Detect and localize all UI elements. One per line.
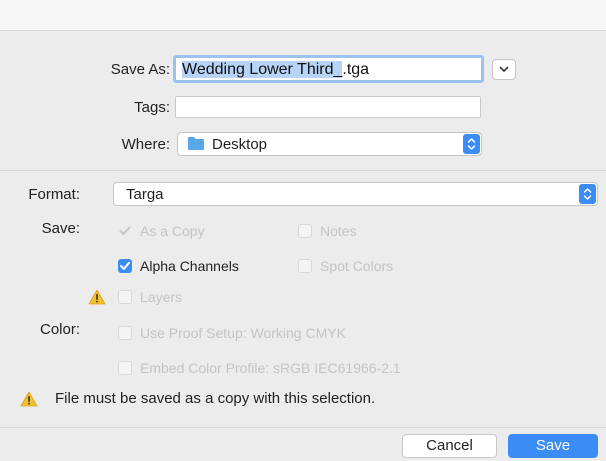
up-down-stepper-icon xyxy=(583,188,592,200)
format-popup[interactable]: Targa xyxy=(113,182,598,206)
notes-checkbox[interactable] xyxy=(298,224,312,238)
chevron-down-icon xyxy=(499,66,509,72)
folder-icon xyxy=(188,137,204,150)
as-a-copy-checkbox[interactable] xyxy=(118,224,132,238)
format-stepper xyxy=(579,184,596,204)
color-options-label: Color: xyxy=(39,321,80,338)
format-value: Targa xyxy=(126,186,164,203)
warning-triangle-icon xyxy=(20,391,38,407)
layers-label: Layers xyxy=(140,289,183,305)
save-as-input[interactable]: Wedding Lower Third_.tga xyxy=(173,55,484,83)
spot-colors-label: Spot Colors xyxy=(320,258,394,274)
checkmark-icon xyxy=(119,226,131,235)
format-label: Format: xyxy=(28,186,80,203)
warning-message: File must be saved as a copy with this s… xyxy=(55,390,376,407)
warning-triangle-icon xyxy=(88,289,106,305)
notes-label: Notes xyxy=(320,223,357,239)
alpha-channels-label: Alpha Channels xyxy=(140,258,239,274)
save-options-label: Save: xyxy=(41,220,80,237)
where-stepper xyxy=(463,134,480,154)
embed-color-profile-checkbox[interactable] xyxy=(118,361,132,375)
tags-label: Tags: xyxy=(134,99,170,116)
use-proof-setup-label: Use Proof Setup: Working CMYK xyxy=(140,325,346,341)
divider xyxy=(0,170,606,171)
use-proof-setup-checkbox[interactable] xyxy=(118,326,132,340)
expand-dialog-button[interactable] xyxy=(492,59,516,80)
embed-color-profile-label: Embed Color Profile: sRGB IEC61966-2.1 xyxy=(140,360,401,376)
where-popup[interactable]: Desktop xyxy=(177,132,482,156)
alpha-channels-checkbox[interactable] xyxy=(118,259,132,273)
dialog-title-strip xyxy=(0,0,606,31)
up-down-stepper-icon xyxy=(467,138,476,150)
cancel-button[interactable]: Cancel xyxy=(402,434,497,458)
save-button[interactable]: Save xyxy=(508,434,598,458)
as-a-copy-label: As a Copy xyxy=(140,223,205,239)
save-as-label: Save As: xyxy=(110,61,170,78)
spot-colors-checkbox[interactable] xyxy=(298,259,312,273)
where-value: Desktop xyxy=(212,136,268,153)
where-label: Where: xyxy=(121,136,170,153)
checkmark-icon xyxy=(120,261,130,270)
layers-checkbox[interactable] xyxy=(118,290,132,304)
save-as-extension: .tga xyxy=(342,61,370,78)
tags-input[interactable] xyxy=(175,96,481,118)
save-as-selected-text: Wedding Lower Third_ xyxy=(182,61,343,78)
